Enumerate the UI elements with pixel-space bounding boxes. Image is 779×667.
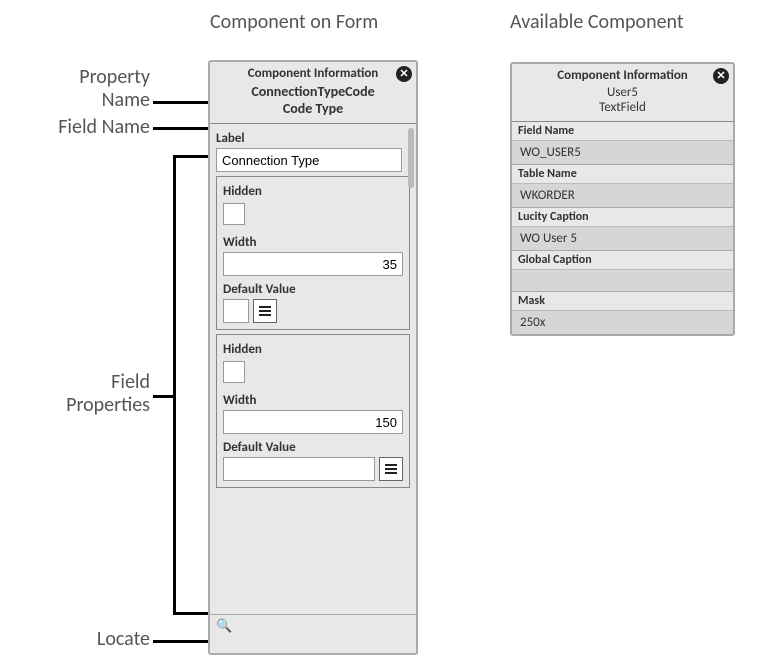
available-component-panel: Component Information User5 TextField ✕ …: [510, 62, 735, 336]
search-icon: 🔍: [216, 619, 232, 634]
panel-title: Component Information: [518, 68, 727, 83]
info-label: Lucity Caption: [512, 208, 733, 226]
annotation-field-name: Field Name: [0, 115, 150, 139]
hidden-caption: Hidden: [223, 184, 403, 199]
default-value-input[interactable]: [223, 299, 249, 323]
label-input[interactable]: [216, 148, 402, 172]
menu-icon[interactable]: [253, 299, 277, 323]
info-value: WO User 5: [512, 226, 733, 250]
width-caption: Width: [223, 235, 403, 250]
heading-available-component: Available Component: [510, 10, 684, 34]
heading-component-on-form: Component on Form: [210, 10, 378, 34]
connector-line: [153, 640, 208, 643]
width-caption: Width: [223, 393, 403, 408]
property-name-value: ConnectionTypeCode: [216, 83, 410, 100]
property-group-1: Hidden Width Default Value: [216, 176, 410, 330]
component-type: TextField: [518, 100, 727, 115]
connector-line: [153, 101, 208, 104]
info-rows: Field Name WO_USER5 Table Name WKORDER L…: [512, 122, 733, 334]
info-row: Table Name WKORDER: [512, 164, 733, 207]
close-icon[interactable]: ✕: [396, 66, 412, 82]
annotation-field-properties-1: Field: [0, 370, 150, 394]
connector-line: [153, 395, 173, 398]
panel-header: Component Information User5 TextField ✕: [512, 64, 733, 122]
locate-row: 🔍: [210, 614, 416, 638]
info-row: Field Name WO_USER5: [512, 122, 733, 164]
properties-body: Label Hidden Width Default Value Hidden …: [210, 124, 416, 614]
connector-line: [153, 127, 208, 130]
close-icon[interactable]: ✕: [713, 68, 729, 84]
width-input[interactable]: [223, 410, 403, 434]
info-label: Table Name: [512, 165, 733, 183]
property-group-2: Hidden Width Default Value: [216, 334, 410, 488]
info-label: Mask: [512, 292, 733, 310]
connector-line: [173, 155, 208, 158]
width-input[interactable]: [223, 252, 403, 276]
panel-title: Component Information: [216, 66, 410, 81]
info-row: Global Caption: [512, 250, 733, 291]
info-value: [512, 269, 733, 291]
info-value: WO_USER5: [512, 140, 733, 164]
connector-line: [173, 612, 208, 615]
info-value: 250x: [512, 310, 733, 334]
default-value-caption: Default Value: [223, 282, 403, 297]
info-label: Field Name: [512, 122, 733, 140]
component-name: User5: [518, 85, 727, 100]
hidden-checkbox[interactable]: [223, 361, 245, 383]
info-row: Mask 250x: [512, 291, 733, 334]
connector-line: [173, 155, 176, 615]
field-name-value: Code Type: [216, 100, 410, 117]
default-value-input[interactable]: [223, 457, 375, 481]
annotation-property-name: Name: [0, 88, 150, 112]
locate-input[interactable]: [236, 618, 416, 635]
annotation-locate: Locate: [0, 627, 150, 651]
info-row: Lucity Caption WO User 5: [512, 207, 733, 250]
annotation-property: Property: [0, 65, 150, 89]
annotation-field-properties-2: Properties: [0, 393, 150, 417]
component-on-form-panel: Component Information ConnectionTypeCode…: [208, 60, 418, 655]
info-label: Global Caption: [512, 251, 733, 269]
menu-icon[interactable]: [379, 457, 403, 481]
panel-header: Component Information ConnectionTypeCode…: [210, 62, 416, 124]
hidden-caption: Hidden: [223, 342, 403, 357]
default-value-caption: Default Value: [223, 440, 403, 455]
label-caption: Label: [216, 131, 410, 146]
info-value: WKORDER: [512, 183, 733, 207]
scrollbar[interactable]: [408, 128, 414, 188]
hidden-checkbox[interactable]: [223, 203, 245, 225]
